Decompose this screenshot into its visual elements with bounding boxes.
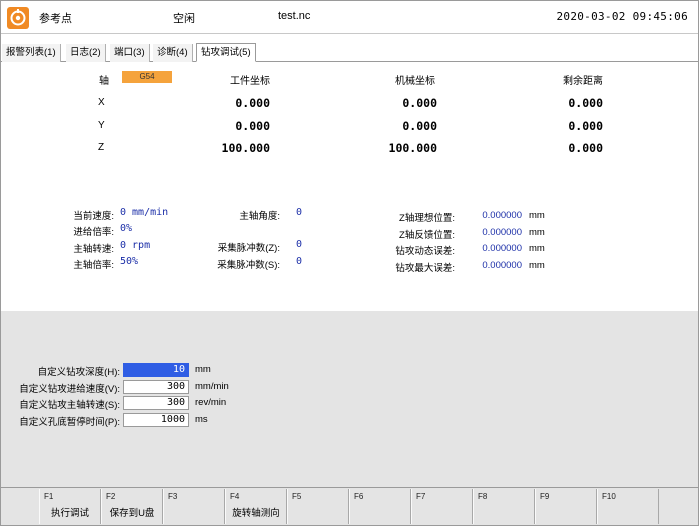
machine-state-text: 空闲	[173, 13, 195, 25]
tapping-feed-speed-label: 自定义钻攻进给速度(V):	[19, 384, 120, 395]
tapping-feed-speed-unit: mm/min	[195, 381, 229, 392]
z-feedback-position-unit: mm	[529, 227, 545, 238]
fkey-number: F7	[416, 492, 426, 501]
tapping-depth-label: 自定义钻攻深度(H):	[37, 367, 120, 378]
fkey-number: F5	[292, 492, 302, 501]
f4-rotary-axis-direction-button[interactable]: F4 旋转轴测向	[225, 489, 287, 524]
tab-tapping-debug[interactable]: 钻攻调试(5)	[196, 43, 256, 62]
tab-diagnosis[interactable]: 诊断(4)	[153, 44, 193, 62]
spindle-override-value: 50%	[120, 256, 139, 267]
tapping-spindle-speed-label: 自定义钻攻主轴转速(S):	[19, 400, 120, 411]
f8-button[interactable]: F8	[473, 489, 535, 524]
spindle-angle-label: 主轴角度:	[239, 211, 280, 222]
y-machine-coord: 0.000	[402, 119, 437, 133]
z-ideal-position-label: Z轴理想位置:	[399, 213, 455, 224]
current-speed-label: 当前速度:	[73, 211, 114, 222]
fkey-label: 执行调试	[50, 508, 89, 519]
axis-header: 轴	[99, 76, 109, 87]
z-remain-distance: 0.000	[568, 141, 603, 155]
tapping-dynamic-error-value: 0.000000	[482, 243, 522, 254]
tapping-depth-unit: mm	[195, 364, 211, 375]
z-work-coord: 100.000	[221, 141, 270, 155]
y-remain-distance: 0.000	[568, 119, 603, 133]
spindle-speed-value: 0 rpm	[120, 240, 151, 251]
f2-save-to-usb-button[interactable]: F2 保存到U盘	[101, 489, 163, 524]
f6-button[interactable]: F6	[349, 489, 411, 524]
x-machine-coord: 0.000	[402, 96, 437, 110]
tapping-max-error-value: 0.000000	[482, 260, 522, 271]
tab-alarm-list[interactable]: 报警列表(1)	[2, 44, 61, 62]
function-key-bar: F1 执行调试 F2 保存到U盘 F3 F4 旋转轴测向 F5 F6 F7 F8…	[1, 487, 698, 525]
f10-button[interactable]: F10	[597, 489, 659, 524]
parameter-panel: 自定义钻攻深度(H): 10 mm 自定义钻攻进给速度(V): 300 mm/m…	[1, 311, 698, 487]
fkey-number: F8	[478, 492, 488, 501]
title-bar: 参考点 空闲 test.nc 2020-03-02 09:45:06	[1, 1, 698, 34]
axis-x-label: X	[98, 97, 105, 108]
tapping-dynamic-error-label: 钻攻动态误差:	[395, 246, 455, 257]
tapping-spindle-speed-input[interactable]: 300	[123, 396, 189, 410]
tab-bar: 报警列表(1) 日志(2) 端口(3) 诊断(4) 钻攻调试(5)	[1, 43, 698, 62]
fkey-number: F9	[540, 492, 550, 501]
logo-icon	[7, 7, 29, 29]
tapping-depth-input[interactable]: 10	[123, 363, 189, 377]
z-feedback-position-value: 0.000000	[482, 227, 522, 238]
datetime-text: 2020-03-02 09:45:06	[556, 10, 688, 23]
pulse-count-z-value: 0	[296, 239, 303, 250]
f3-button[interactable]: F3	[163, 489, 225, 524]
tapping-spindle-speed-unit: rev/min	[195, 397, 227, 408]
fkey-label: 保存到U盘	[109, 508, 155, 519]
fkey-number: F2	[106, 492, 116, 501]
wcs-badge: G54	[122, 71, 172, 83]
program-file-name: test.nc	[278, 10, 311, 22]
pulse-count-z-label: 采集脉冲数(Z):	[217, 243, 280, 254]
fkey-number: F4	[230, 492, 240, 501]
tab-log[interactable]: 日志(2)	[66, 44, 106, 62]
tapping-feed-speed-input[interactable]: 300	[123, 380, 189, 394]
dwell-time-label: 自定义孔底暂停时间(P):	[19, 417, 120, 428]
tapping-dynamic-error-unit: mm	[529, 243, 545, 254]
remain-distance-header: 剩余距离	[563, 76, 603, 87]
z-ideal-position-value: 0.000000	[482, 210, 522, 221]
fkey-number: F10	[602, 492, 616, 501]
x-remain-distance: 0.000	[568, 96, 603, 110]
z-feedback-position-label: Z轴反馈位置:	[399, 230, 455, 241]
fkey-number: F3	[168, 492, 178, 501]
feed-override-value: 0%	[120, 223, 133, 234]
f7-button[interactable]: F7	[411, 489, 473, 524]
dwell-time-input[interactable]: 1000	[123, 413, 189, 427]
f5-button[interactable]: F5	[287, 489, 349, 524]
f1-execute-debug-button[interactable]: F1 执行调试	[39, 489, 101, 524]
machine-coord-header: 机械坐标	[395, 76, 435, 87]
feed-override-label: 进给倍率:	[73, 227, 114, 238]
mode-text: 参考点	[39, 13, 72, 25]
z-machine-coord: 100.000	[388, 141, 437, 155]
z-ideal-position-unit: mm	[529, 210, 545, 221]
tab-port[interactable]: 端口(3)	[110, 44, 150, 62]
spindle-speed-label: 主轴转速:	[73, 244, 114, 255]
fkey-number: F1	[44, 492, 54, 501]
y-work-coord: 0.000	[235, 119, 270, 133]
spindle-override-label: 主轴倍率:	[73, 260, 114, 271]
current-speed-value: 0 mm/min	[120, 207, 169, 218]
tapping-max-error-unit: mm	[529, 260, 545, 271]
tapping-max-error-label: 钻攻最大误差:	[395, 263, 455, 274]
pulse-count-s-value: 0	[296, 256, 303, 267]
spindle-angle-value: 0	[296, 207, 303, 218]
work-coord-header: 工件坐标	[230, 76, 270, 87]
pulse-count-s-label: 采集脉冲数(S):	[217, 260, 280, 271]
f9-button[interactable]: F9	[535, 489, 597, 524]
dwell-time-unit: ms	[195, 414, 208, 425]
x-work-coord: 0.000	[235, 96, 270, 110]
axis-y-label: Y	[98, 120, 105, 131]
axis-z-label: Z	[98, 142, 105, 153]
fkey-label: 旋转轴测向	[232, 508, 280, 519]
fkey-number: F6	[354, 492, 364, 501]
